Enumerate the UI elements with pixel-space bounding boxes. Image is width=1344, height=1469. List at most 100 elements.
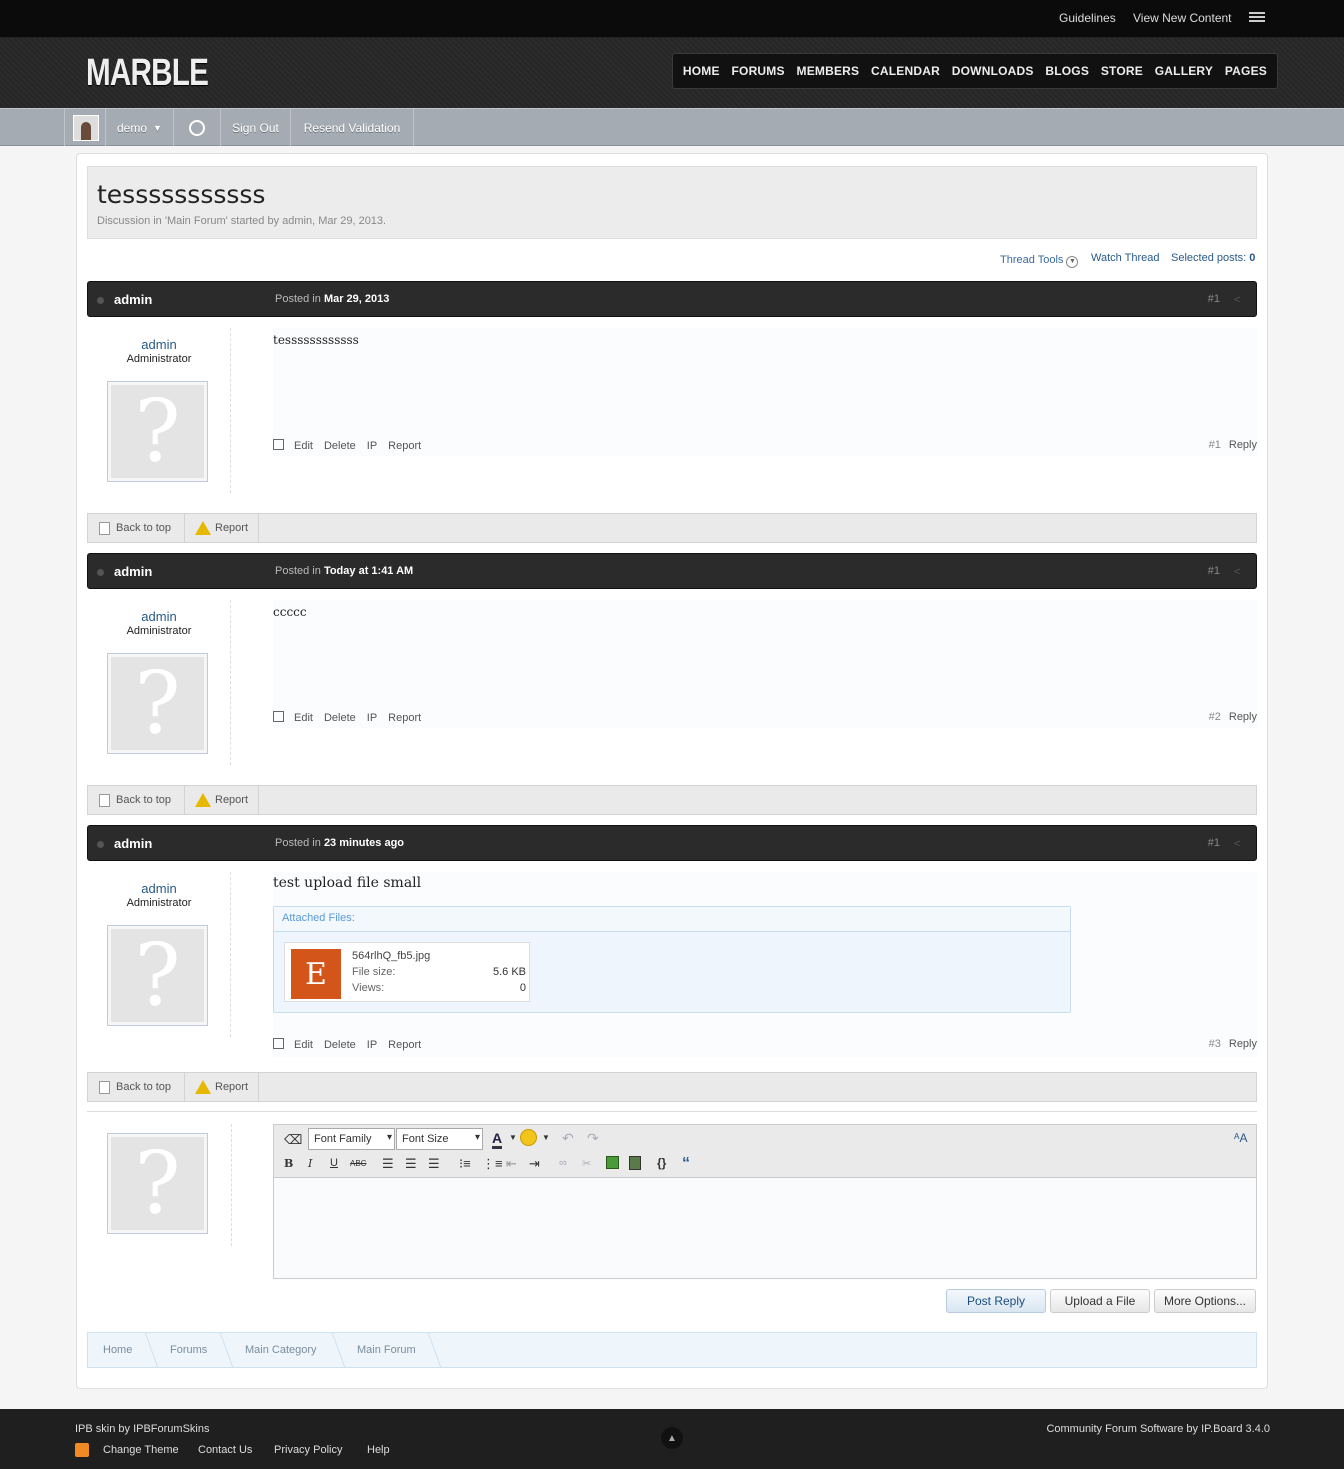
post-number-link[interactable]: #2 (1209, 711, 1221, 723)
chevron-down-icon[interactable]: ▼ (509, 1133, 517, 1142)
change-theme-link[interactable]: Change Theme (103, 1444, 179, 1456)
contact-us-link[interactable]: Contact Us (198, 1444, 252, 1456)
more-options-button[interactable]: More Options... (1154, 1289, 1256, 1313)
delete-link[interactable]: Delete (324, 1039, 356, 1051)
author-name[interactable]: admin (87, 337, 231, 352)
avatar[interactable]: ? (107, 381, 208, 482)
select-checkbox[interactable] (273, 439, 284, 450)
report-link[interactable]: Report (388, 712, 421, 724)
scroll-top-icon[interactable]: ▲ (661, 1427, 683, 1449)
post-author[interactable]: admin (114, 292, 152, 307)
breadcrumb-main-forum[interactable]: Main Forum (357, 1344, 416, 1356)
select-checkbox[interactable] (273, 1038, 284, 1049)
breadcrumb-forums[interactable]: Forums (170, 1344, 207, 1356)
post-number-link[interactable]: #1 (1209, 439, 1221, 451)
code-icon[interactable]: {} (657, 1156, 666, 1170)
redo-icon[interactable]: ↷ (587, 1130, 599, 1147)
align-right-icon[interactable]: ☰ (428, 1156, 440, 1172)
site-logo[interactable]: MARBLE (86, 52, 209, 95)
image-icon[interactable] (606, 1156, 619, 1169)
report-button[interactable]: Report (185, 1073, 259, 1101)
font-family-select[interactable]: Font Family (308, 1128, 395, 1150)
nav-gallery[interactable]: GALLERY (1155, 64, 1213, 78)
emoticon-icon[interactable] (520, 1129, 537, 1146)
nav-members[interactable]: MEMBERS (797, 64, 860, 78)
nav-store[interactable]: STORE (1101, 64, 1143, 78)
upload-file-button[interactable]: Upload a File (1050, 1289, 1150, 1313)
back-to-top-button[interactable]: Back to top (88, 514, 185, 542)
eraser-icon[interactable]: ⌫ (284, 1132, 302, 1148)
reply-link[interactable]: Reply (1229, 439, 1257, 451)
link-icon[interactable]: ∞ (559, 1157, 567, 1169)
media-icon[interactable] (629, 1156, 641, 1170)
ip-link[interactable]: IP (367, 712, 377, 724)
font-size-select[interactable]: Font Size (396, 1128, 483, 1150)
list-icon[interactable] (1249, 12, 1265, 24)
rss-icon[interactable] (75, 1443, 89, 1457)
post-number[interactable]: #1 (1208, 565, 1220, 577)
nav-home[interactable]: HOME (683, 64, 720, 78)
reply-link[interactable]: Reply (1229, 1038, 1257, 1050)
share-icon[interactable]: < (1234, 294, 1246, 306)
unlink-icon[interactable]: ✂ (582, 1157, 591, 1170)
reply-textarea[interactable] (274, 1178, 1256, 1278)
avatar[interactable]: ? (107, 925, 208, 1026)
post-author[interactable]: admin (114, 836, 152, 851)
strikethrough-icon[interactable]: ABC (350, 1159, 366, 1168)
selected-posts[interactable]: Selected posts: 0 (1171, 252, 1255, 264)
undo-icon[interactable]: ↶ (562, 1130, 574, 1147)
align-center-icon[interactable]: ☰ (405, 1156, 417, 1172)
post-number-link[interactable]: #3 (1209, 1038, 1221, 1050)
author-name[interactable]: admin (87, 881, 231, 896)
outdent-icon[interactable]: ⇤ (506, 1156, 517, 1172)
delete-link[interactable]: Delete (324, 440, 356, 452)
thread-tools-button[interactable]: Thread Tools ▼ (1000, 254, 1079, 268)
guidelines-link[interactable]: Guidelines (1059, 11, 1116, 25)
breadcrumb-home[interactable]: Home (103, 1344, 132, 1356)
text-color-icon[interactable]: A (492, 1130, 503, 1149)
indent-icon[interactable]: ⇥ (529, 1156, 540, 1172)
reply-link[interactable]: Reply (1229, 711, 1257, 723)
post-reply-button[interactable]: Post Reply (946, 1289, 1046, 1313)
resend-validation-link[interactable]: Resend Validation (291, 109, 414, 146)
user-avatar-link[interactable] (64, 109, 106, 146)
post-number[interactable]: #1 (1208, 837, 1220, 849)
underline-icon[interactable]: U (330, 1157, 338, 1169)
skin-credit[interactable]: IPB skin by IPBForumSkins (75, 1423, 210, 1435)
nav-forums[interactable]: FORUMS (732, 64, 785, 78)
report-button[interactable]: Report (185, 514, 259, 542)
help-link[interactable]: Help (367, 1444, 390, 1456)
edit-link[interactable]: Edit (294, 712, 313, 724)
bold-icon[interactable]: B (284, 1157, 293, 1170)
sign-out-link[interactable]: Sign Out (221, 109, 291, 146)
back-to-top-button[interactable]: Back to top (88, 786, 185, 814)
numbered-list-icon[interactable]: ⋮≡ (482, 1156, 503, 1172)
bullet-list-icon[interactable]: ⁝≡ (459, 1156, 471, 1172)
breadcrumb-main-category[interactable]: Main Category (245, 1344, 317, 1356)
share-icon[interactable]: < (1234, 566, 1246, 578)
report-button[interactable]: Report (185, 786, 259, 814)
share-icon[interactable]: < (1234, 838, 1246, 850)
nav-calendar[interactable]: CALENDAR (871, 64, 940, 78)
quote-icon[interactable]: “ (682, 1155, 690, 1173)
select-checkbox[interactable] (273, 711, 284, 722)
edit-link[interactable]: Edit (294, 440, 313, 452)
nav-downloads[interactable]: DOWNLOADS (952, 64, 1034, 78)
align-left-icon[interactable]: ☰ (382, 1156, 394, 1172)
language-button[interactable] (174, 109, 221, 146)
watch-thread-link[interactable]: Watch Thread (1091, 252, 1159, 264)
delete-link[interactable]: Delete (324, 712, 356, 724)
attachment-item[interactable]: E 564rlhQ_fb5.jpg File size: 5.6 KB Views… (284, 942, 530, 1002)
nav-blogs[interactable]: BLOGS (1045, 64, 1089, 78)
report-link[interactable]: Report (388, 1039, 421, 1051)
italic-icon[interactable]: I (308, 1157, 312, 1170)
post-number[interactable]: #1 (1208, 293, 1220, 305)
author-name[interactable]: admin (87, 609, 231, 624)
software-credit[interactable]: Community Forum Software by IP.Board 3.4… (1046, 1423, 1270, 1435)
ip-link[interactable]: IP (367, 440, 377, 452)
back-to-top-button[interactable]: Back to top (88, 1073, 185, 1101)
toggle-editor-icon[interactable]: ᴬA (1234, 1131, 1247, 1145)
file-name[interactable]: 564rlhQ_fb5.jpg (352, 950, 430, 962)
report-link[interactable]: Report (388, 440, 421, 452)
user-menu[interactable]: demo ▼ (106, 109, 174, 146)
